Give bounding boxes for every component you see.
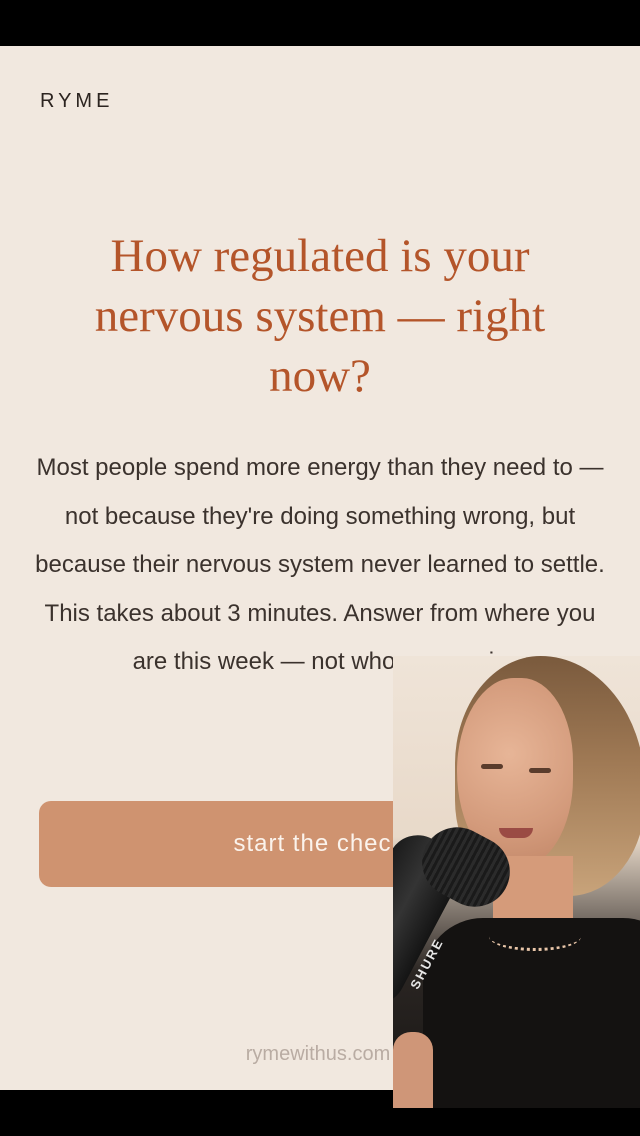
- left-eye: [481, 764, 503, 769]
- creator-video-overlay: SHURE: [393, 656, 640, 1108]
- intro-text: Most people spend more energy than they …: [35, 454, 605, 675]
- mouth: [499, 828, 533, 838]
- hand: [393, 1032, 433, 1108]
- right-eye: [529, 768, 551, 773]
- phone-screen: RYME How regulated is your nervous syste…: [0, 0, 640, 1136]
- page-title: How regulated is your nervous system — r…: [94, 230, 546, 402]
- necklace: [489, 922, 581, 951]
- brand-logo[interactable]: RYME: [40, 90, 113, 113]
